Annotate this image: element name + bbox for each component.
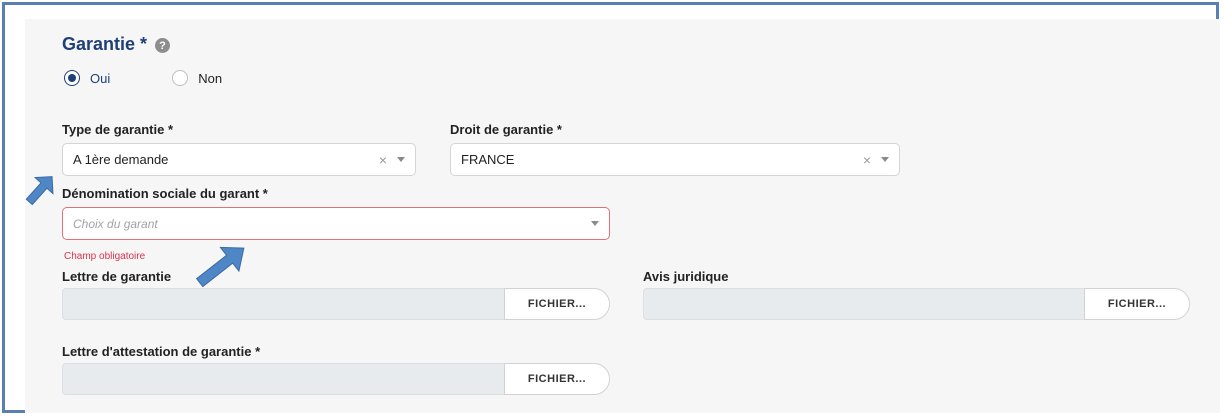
radio-option-non[interactable]: Non <box>172 70 222 86</box>
close-icon[interactable]: × <box>379 152 387 168</box>
avis-juridique-file-input[interactable] <box>643 288 1084 320</box>
section-title-text: Garantie * <box>62 34 148 54</box>
type-garantie-select[interactable]: A 1ère demande × <box>62 143 416 176</box>
avis-juridique-label: Avis juridique <box>643 269 729 284</box>
droit-garantie-label: Droit de garantie * <box>450 122 562 137</box>
droit-garantie-select[interactable]: FRANCE × <box>450 143 900 176</box>
droit-garantie-value: FRANCE <box>461 152 515 167</box>
lettre-garantie-file-input[interactable] <box>62 288 504 320</box>
section-title: Garantie * ? <box>62 34 171 55</box>
help-icon[interactable]: ? <box>155 38 171 53</box>
chevron-down-icon[interactable] <box>881 157 889 162</box>
type-garantie-label: Type de garantie * <box>62 122 174 137</box>
lettre-attestation-file-button[interactable]: FICHIER... <box>504 363 610 395</box>
lettre-garantie-label: Lettre de garantie <box>62 269 172 284</box>
radio-oui-checked[interactable] <box>64 70 80 86</box>
chevron-down-icon[interactable] <box>397 157 405 162</box>
radio-non-label: Non <box>198 70 223 86</box>
denomination-select[interactable]: Choix du garant <box>62 207 610 240</box>
denomination-placeholder: Choix du garant <box>73 216 158 231</box>
avis-juridique-file-field: FICHIER... <box>643 288 1190 320</box>
guarantee-radio-group: Oui Non <box>64 70 222 86</box>
lettre-garantie-file-field: FICHIER... <box>62 288 610 320</box>
arrow-annotation-icon <box>195 246 245 288</box>
arrow-annotation-icon <box>25 176 54 206</box>
radio-option-oui[interactable]: Oui <box>64 70 110 86</box>
lettre-garantie-file-button[interactable]: FICHIER... <box>504 288 610 320</box>
radio-oui-label: Oui <box>90 70 111 86</box>
lettre-attestation-file-input[interactable] <box>62 363 504 395</box>
denomination-error-message: Champ obligatoire <box>64 251 146 262</box>
lettre-attestation-label: Lettre d'attestation de garantie * <box>62 344 261 359</box>
denomination-label: Dénomination sociale du garant * <box>62 186 268 201</box>
radio-non[interactable] <box>172 70 189 86</box>
chevron-down-icon[interactable] <box>591 221 599 226</box>
lettre-attestation-file-field: FICHIER... <box>62 363 610 395</box>
type-garantie-value: A 1ère demande <box>73 152 169 167</box>
close-icon[interactable]: × <box>863 152 871 168</box>
avis-juridique-file-button[interactable]: FICHIER... <box>1084 288 1190 320</box>
